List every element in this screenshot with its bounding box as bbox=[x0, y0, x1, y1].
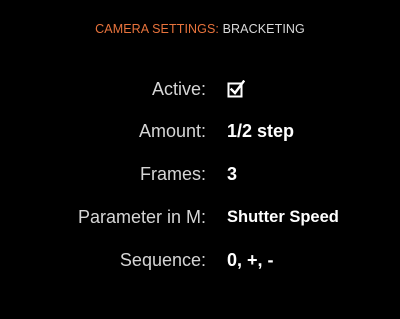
sequence-label: Sequence: bbox=[119, 250, 206, 270]
checkbox-checked-icon[interactable] bbox=[227, 80, 245, 98]
setting-row-sequence[interactable]: Sequence: 0, +, - bbox=[0, 247, 400, 273]
amount-value: 1/2 step bbox=[227, 121, 295, 141]
parameter-value: Shutter Speed bbox=[227, 208, 339, 226]
setting-row-amount[interactable]: Amount: 1/2 step bbox=[0, 118, 400, 144]
active-label: Active: bbox=[151, 79, 206, 99]
setting-row-active[interactable]: Active: bbox=[0, 76, 400, 102]
amount-label: Amount: bbox=[138, 121, 206, 141]
header-section: CAMERA SETTINGS: bbox=[95, 22, 219, 36]
setting-row-frames[interactable]: Frames: 3 bbox=[0, 161, 400, 187]
frames-label: Frames: bbox=[139, 164, 206, 184]
setting-row-parameter[interactable]: Parameter in M: Shutter Speed bbox=[0, 204, 400, 230]
camera-settings-screen: CAMERA SETTINGS: BRACKETING Active: Amou… bbox=[0, 0, 400, 319]
frames-value: 3 bbox=[227, 164, 238, 184]
sequence-value: 0, +, - bbox=[227, 250, 274, 270]
parameter-label: Parameter in M: bbox=[77, 207, 206, 227]
header-page-title: BRACKETING bbox=[222, 22, 305, 36]
screen-header: CAMERA SETTINGS: BRACKETING bbox=[0, 22, 400, 36]
